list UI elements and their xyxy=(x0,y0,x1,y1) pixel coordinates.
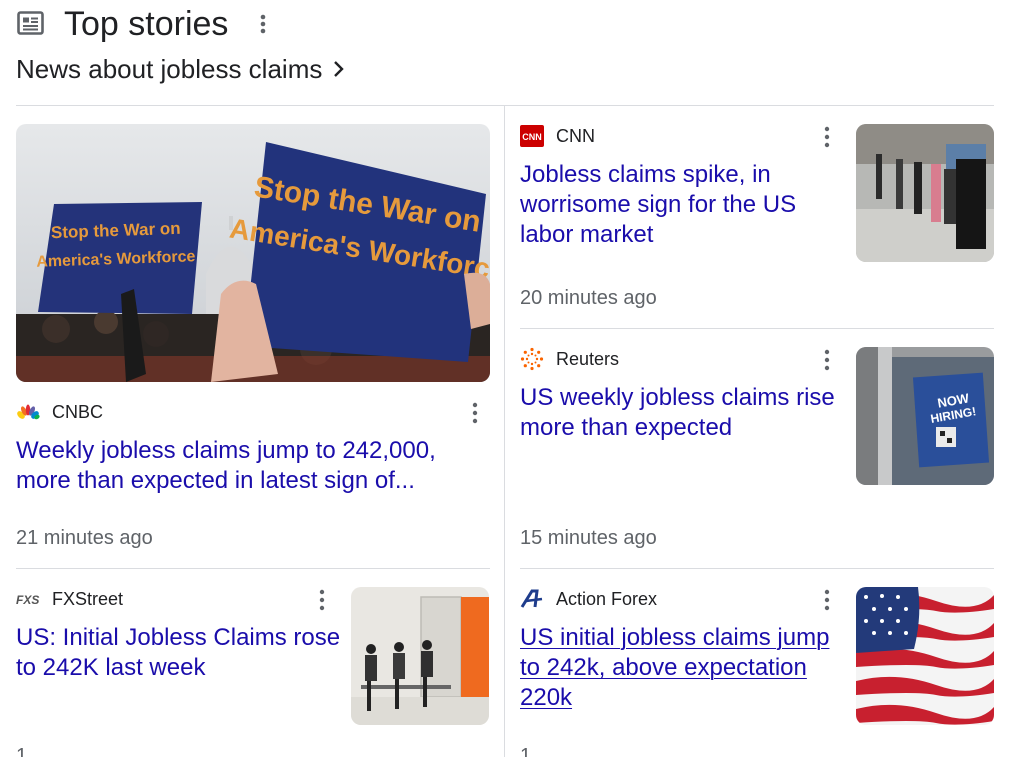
source-name: Reuters xyxy=(556,349,620,369)
story-headline-link[interactable]: Weekly jobless claims jump to 242,000, m… xyxy=(16,436,486,496)
story-source-cnbc: CNBC xyxy=(16,401,103,423)
reuters-logo-icon xyxy=(520,347,544,371)
story-image-line[interactable] xyxy=(856,124,994,262)
story-more-options-icon[interactable] xyxy=(817,587,837,613)
story-source-action-forex: Action Forex xyxy=(520,588,657,610)
news-about-label: News about jobless claims xyxy=(16,54,323,84)
story-image-us-flag[interactable] xyxy=(856,587,994,725)
story-timestamp: 1 xyxy=(520,745,532,757)
story-timestamp: 21 minutes ago xyxy=(16,527,153,549)
section-title: Top stories xyxy=(64,5,229,43)
source-name: CNBC xyxy=(52,402,104,422)
cnbc-peacock-icon xyxy=(16,401,40,423)
cnn-logo-text: CNN xyxy=(522,132,542,142)
story-headline-link[interactable]: US initial jobless claims jump to 242k, … xyxy=(520,623,840,713)
news-about-link[interactable]: News about jobless claims xyxy=(16,53,346,85)
story-source-reuters: Reuters xyxy=(520,347,620,371)
chevron-right-icon xyxy=(332,59,346,79)
source-name: Action Forex xyxy=(556,589,658,609)
more-options-icon[interactable] xyxy=(253,12,273,36)
divider xyxy=(520,328,994,329)
action-forex-logo-icon xyxy=(520,588,544,610)
story-timestamp: 15 minutes ago xyxy=(520,527,657,549)
story-source-cnn: CNN CNN xyxy=(520,125,595,147)
fxstreet-logo-icon: FXS xyxy=(16,588,40,610)
story-timestamp: 1 xyxy=(16,745,28,757)
story-source-fxstreet: FXS FXStreet xyxy=(16,588,123,610)
source-name: FXStreet xyxy=(52,589,124,609)
story-headline-link[interactable]: US weekly jobless claims rise more than … xyxy=(520,383,840,443)
divider xyxy=(16,568,490,569)
story-image-protest[interactable]: Stop the War on America's Workforce Stop… xyxy=(16,124,490,382)
story-more-options-icon[interactable] xyxy=(465,400,485,426)
newspaper-icon xyxy=(17,11,44,35)
story-more-options-icon[interactable] xyxy=(817,347,837,373)
story-headline-link[interactable]: US: Initial Jobless Claims rose to 242K … xyxy=(16,623,341,683)
story-timestamp: 20 minutes ago xyxy=(520,287,657,309)
source-name: CNN xyxy=(556,126,595,146)
cnn-logo-icon: CNN xyxy=(520,125,544,147)
story-image-waiting-room[interactable] xyxy=(351,587,489,725)
story-more-options-icon[interactable] xyxy=(817,124,837,150)
story-headline-link[interactable]: Jobless claims spike, in worrisome sign … xyxy=(520,160,820,250)
story-more-options-icon[interactable] xyxy=(312,587,332,613)
divider xyxy=(520,568,994,569)
story-image-now-hiring[interactable]: NOW HIRING! xyxy=(856,347,994,485)
column-divider xyxy=(504,106,505,757)
top-stories-page: Top stories News about jobless claims St… xyxy=(0,0,1020,757)
fxstreet-logo-text: FXS xyxy=(16,593,39,607)
divider xyxy=(16,105,994,106)
